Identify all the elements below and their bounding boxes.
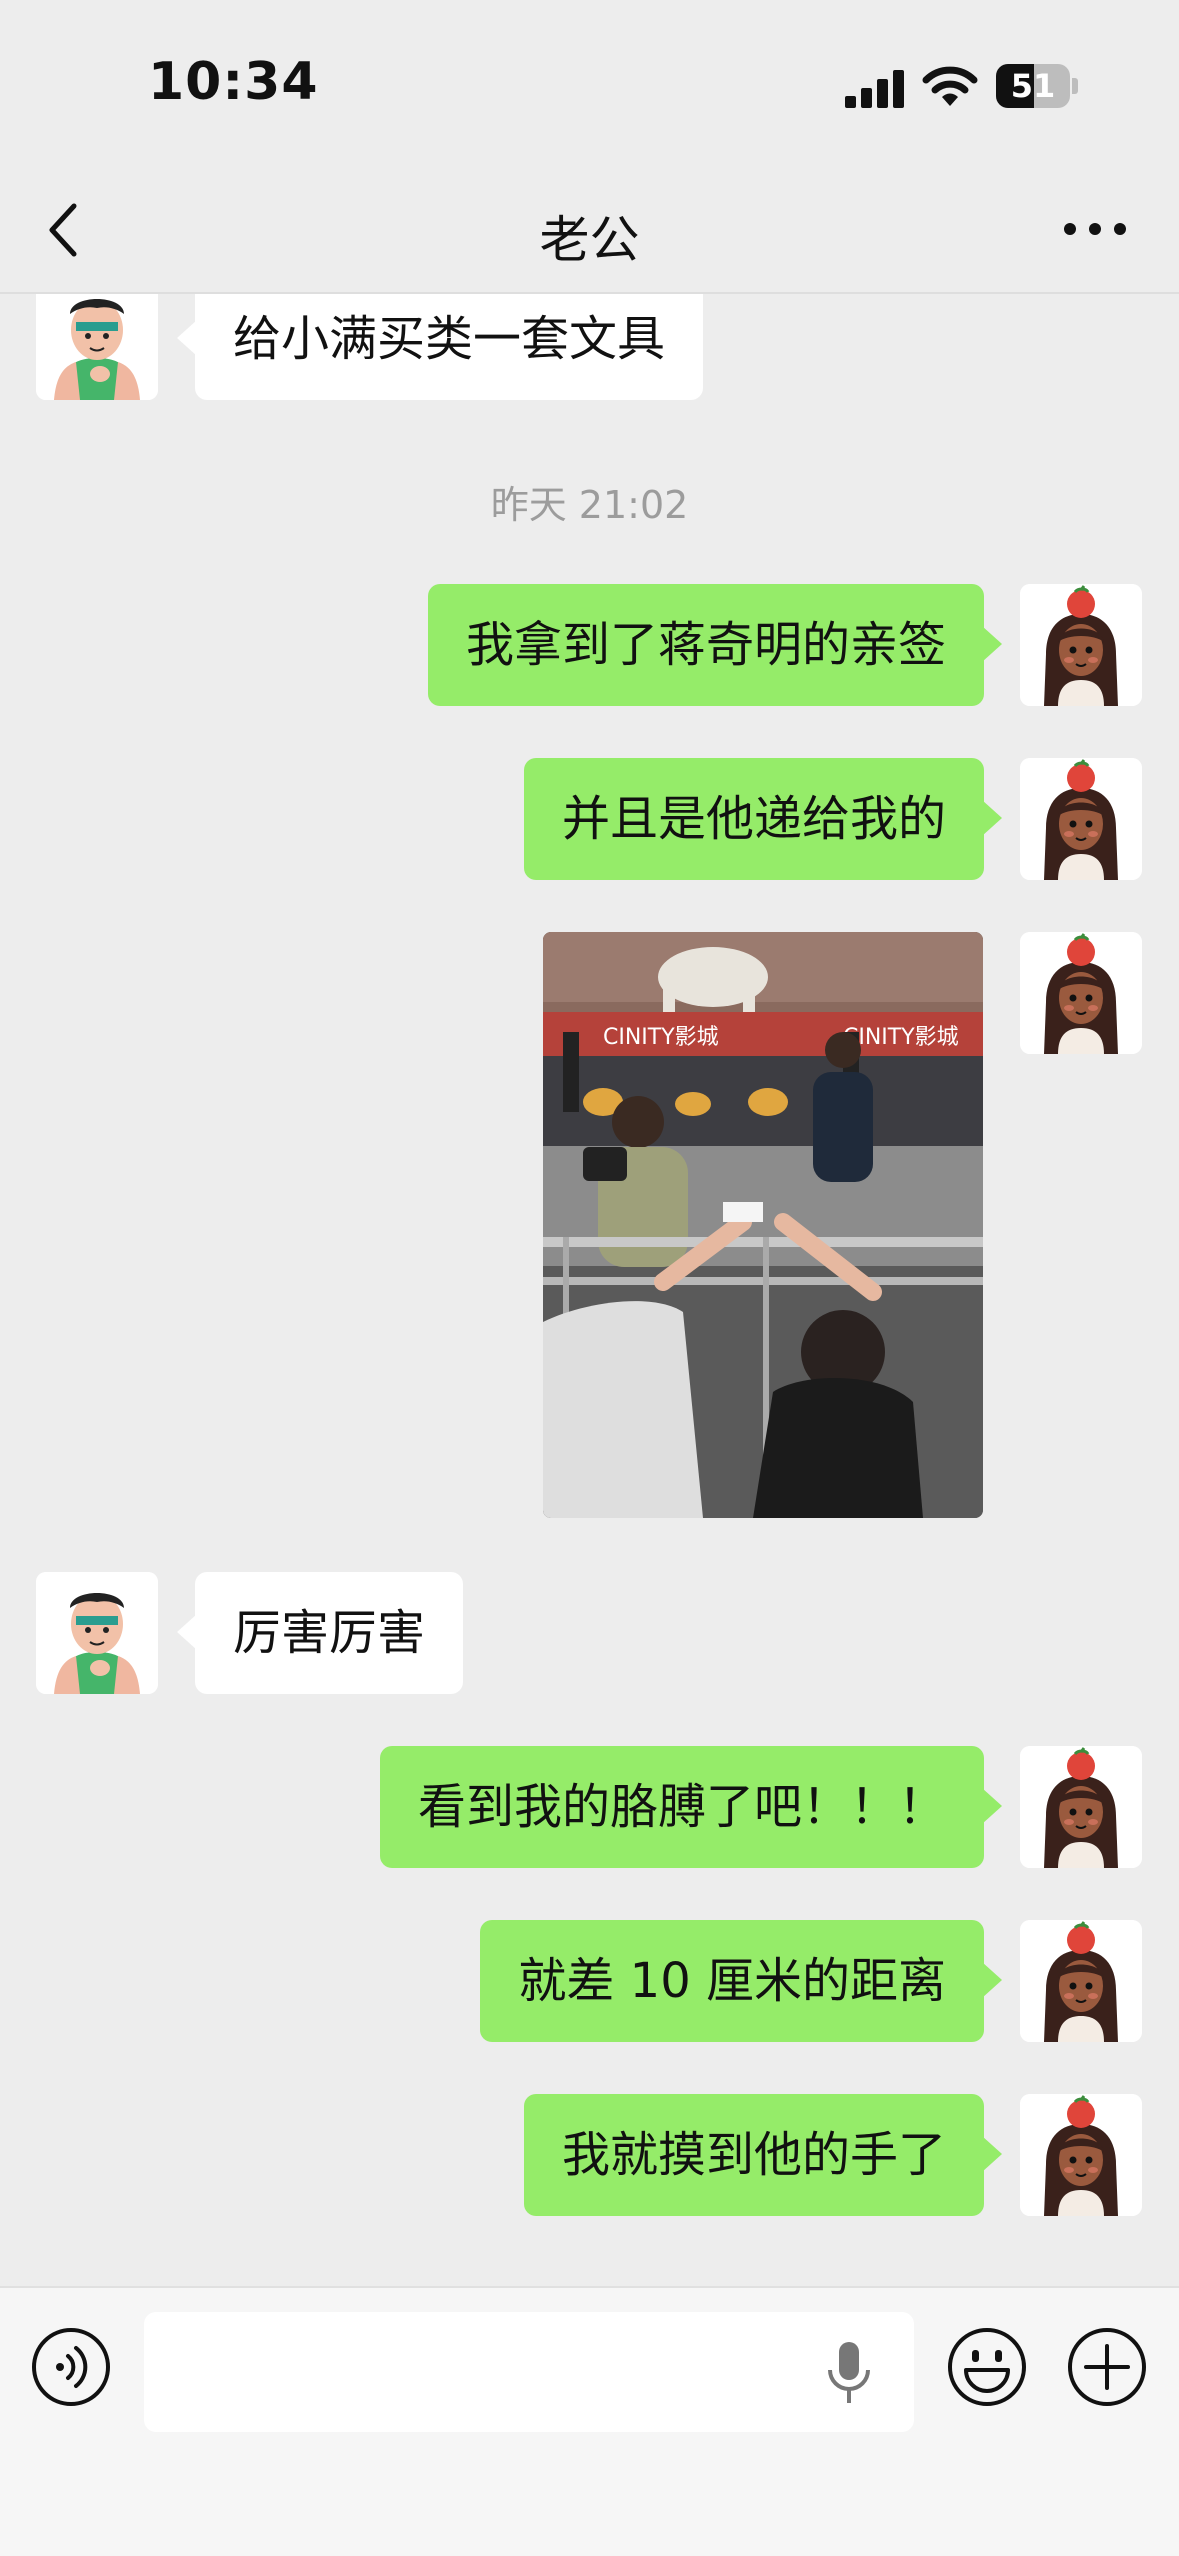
signal-icon — [845, 70, 904, 108]
nav-bar: 老公 — [0, 170, 1179, 294]
message-row: CINITY影城 CINITY影城 — [0, 932, 1179, 1518]
more-dots-icon[interactable] — [1060, 216, 1130, 242]
message-input[interactable] — [144, 2312, 914, 2432]
message-bubble-outgoing[interactable]: 我就摸到他的手了 — [523, 2094, 1003, 2216]
message-row: 看到我的胳膊了吧！！！ — [0, 1746, 1179, 1868]
wifi-icon — [922, 66, 978, 106]
chat-area[interactable]: 给小满买类一套文具 昨天 21:02 我拿到了蒋奇明的亲签 并且是他递给我的 C… — [0, 294, 1179, 2286]
message-bubble-outgoing[interactable]: 就差 10 厘米的距离 — [480, 1920, 1002, 2042]
message-row: 我拿到了蒋奇明的亲签 — [0, 584, 1179, 706]
voice-icon[interactable] — [30, 2326, 112, 2408]
user-avatar[interactable] — [1020, 932, 1142, 1054]
home-indicator — [408, 2526, 772, 2538]
input-bar — [0, 2286, 1179, 2556]
message-bubble-outgoing[interactable]: 我拿到了蒋奇明的亲签 — [427, 584, 1003, 706]
screen-text: CINITY影城 — [603, 1025, 719, 1050]
chat-screen: 10:34 51 老公 给小满买类一套文具 昨天 21:02 我拿到了蒋奇明的亲… — [0, 0, 1179, 2556]
message-row: 厉害厉害 — [0, 1572, 1179, 1694]
user-avatar[interactable] — [1020, 2094, 1142, 2216]
message-row: 并且是他递给我的 — [0, 758, 1179, 880]
status-time: 10:34 — [148, 52, 319, 112]
message-bubble-outgoing[interactable]: 并且是他递给我的 — [523, 758, 1003, 880]
message-bubble-incoming[interactable]: 厉害厉害 — [176, 1572, 464, 1694]
contact-avatar[interactable] — [36, 1572, 158, 1694]
plus-icon[interactable] — [1066, 2326, 1148, 2408]
message-bubble-outgoing[interactable]: 看到我的胳膊了吧！！！ — [379, 1746, 1003, 1868]
emoji-icon[interactable] — [946, 2326, 1028, 2408]
message-timestamp: 昨天 21:02 — [490, 483, 689, 527]
battery-level: 51 — [1010, 67, 1056, 105]
user-avatar[interactable] — [1020, 1920, 1142, 2042]
battery-body: 51 — [996, 64, 1070, 108]
mic-icon[interactable] — [824, 2340, 874, 2406]
message-row: 给小满买类一套文具 — [0, 294, 1179, 400]
status-bar: 10:34 51 — [0, 0, 1179, 170]
message-bubble-incoming[interactable]: 给小满买类一套文具 — [176, 294, 704, 400]
battery-icon: 51 — [996, 64, 1080, 108]
user-avatar[interactable] — [1020, 584, 1142, 706]
user-avatar[interactable] — [1020, 1746, 1142, 1868]
message-row: 就差 10 厘米的距离 — [0, 1920, 1179, 2042]
chat-title: 老公 — [539, 211, 640, 269]
event-photo: CINITY影城 CINITY影城 — [543, 932, 983, 1518]
battery-tip — [1072, 78, 1078, 94]
message-row: 我就摸到他的手了 — [0, 2094, 1179, 2216]
user-avatar[interactable] — [1020, 758, 1142, 880]
contact-avatar[interactable] — [36, 294, 158, 400]
message-photo[interactable]: CINITY影城 CINITY影城 — [543, 932, 983, 1518]
